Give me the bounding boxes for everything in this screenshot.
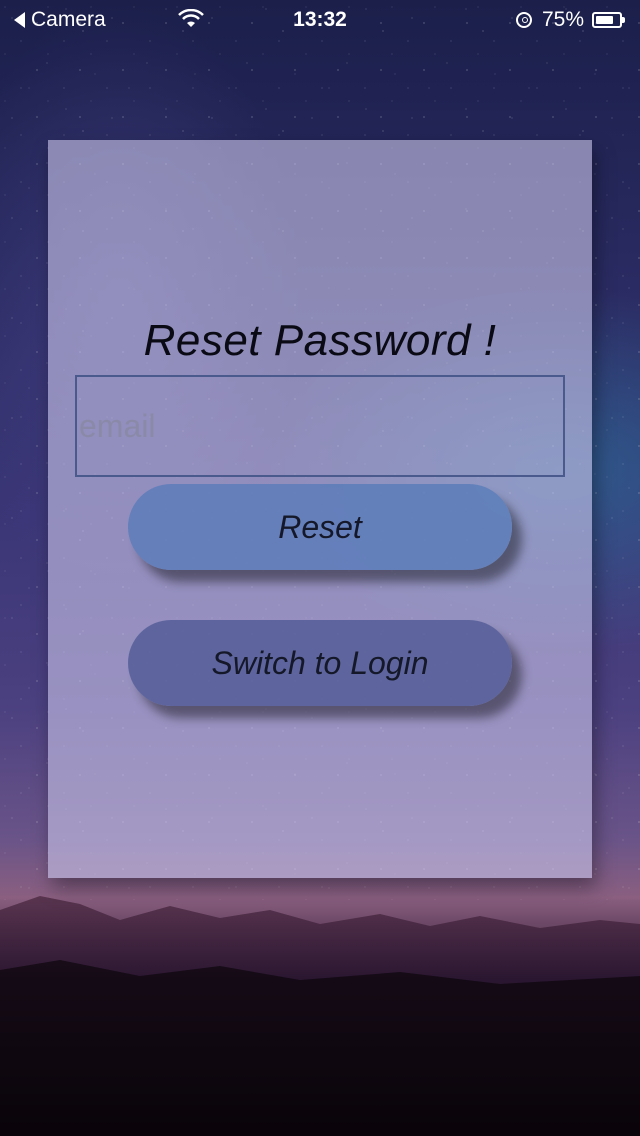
- switch-to-login-button[interactable]: Switch to Login: [128, 620, 512, 706]
- reset-button[interactable]: Reset: [128, 484, 512, 570]
- battery-level-fill: [596, 16, 613, 24]
- page-title: Reset Password !: [143, 316, 497, 365]
- app-screen: Camera 13:32 75% Reset Password ! Reset …: [0, 0, 640, 1136]
- status-right-group: 75%: [515, 8, 625, 32]
- email-field[interactable]: [75, 375, 565, 477]
- reset-password-card: Reset Password ! Reset Switch to Login: [48, 140, 592, 878]
- battery-percent: 75%: [541, 8, 584, 31]
- orientation-lock-icon: [515, 12, 532, 28]
- background-mountains: [0, 880, 640, 1136]
- status-bar: Camera 13:32 75%: [0, 0, 640, 40]
- battery-icon: [592, 12, 625, 28]
